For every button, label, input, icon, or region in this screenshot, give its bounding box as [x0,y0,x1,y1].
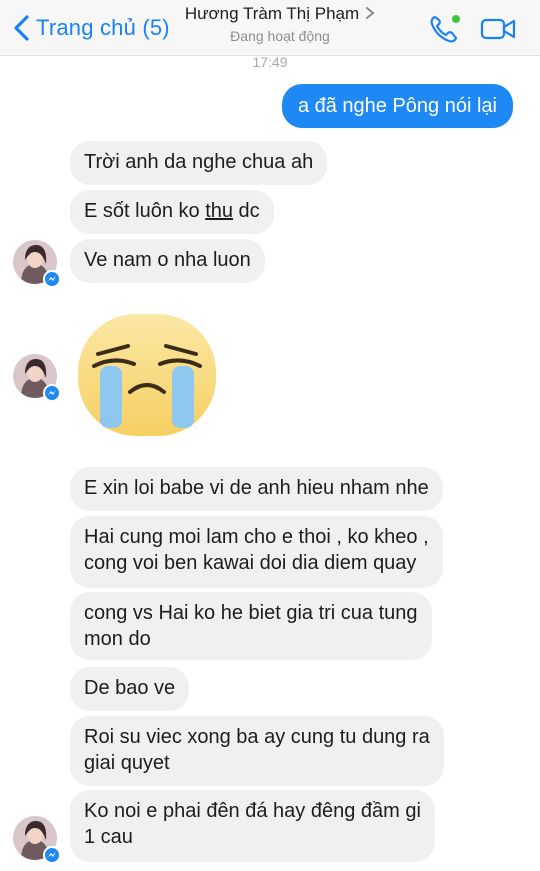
back-label: Trang chủ (5) [36,15,170,40]
chevron-right-icon [366,7,375,19]
received-message[interactable]: Ko noi e phai đên đá hay đêng đầm gi 1 ca… [70,790,435,862]
contact-name-text: Hương Tràm Thị Phạm [184,4,360,23]
message-text: dc [233,200,260,222]
contact-avatar[interactable] [13,354,61,402]
message-line: cong voi ben kawai doi dia diem quay [84,552,417,574]
received-message[interactable]: cong vs Hai ko he biet gia tri cua tung m… [70,592,432,660]
message-timestamp: 17:49 [252,54,288,70]
message-line: giai quyet [84,752,170,774]
message-line: cong vs Hai ko he biet gia tri cua tung [84,602,418,624]
messenger-badge-icon [43,270,61,288]
contact-status: Đang hoạt động [230,28,330,44]
chat-header: Trang chủ (5) Hương Tràm Thị Phạm Đang h… [0,0,540,56]
message-text: De bao ve [84,677,176,699]
message-line: 1 cau [84,826,133,848]
contact-name[interactable]: Hương Tràm Thị Phạm [170,4,390,24]
video-camera-icon[interactable] [480,16,516,42]
received-message[interactable]: Hai cung moi lam cho e thoi , ko kheo , c… [70,516,443,588]
sent-message[interactable]: a đã nghe Pông nói lại [281,84,513,128]
message-line: Ko noi e phai đên đá hay đêng đầm gi [84,800,421,822]
messenger-badge-icon [43,384,61,402]
online-dot [452,15,460,23]
contact-info[interactable]: Hương Tràm Thị Phạm Đang hoạt động [170,4,390,44]
received-message[interactable]: De bao ve [70,667,190,711]
sent-message-text: a đã nghe Pông nói lại [297,95,497,117]
received-message[interactable]: Roi su viec xong ba ay cung tu dung ra gi… [70,716,444,786]
received-message[interactable]: Ve nam o nha luon [70,239,265,283]
phone-icon[interactable] [428,14,462,44]
contact-avatar[interactable] [13,240,61,288]
received-message[interactable]: Trời anh da nghe chua ah [70,141,328,185]
message-line: Roi su viec xong ba ay cung tu dung ra [84,726,430,748]
message-text: Trời anh da nghe chua ah [84,151,314,173]
contact-avatar[interactable] [13,816,61,864]
message-text: E sốt luôn ko [84,200,206,222]
message-line: Hai cung moi lam cho e thoi , ko kheo , [84,526,429,548]
messenger-badge-icon [43,846,61,864]
crying-face-sticker[interactable] [74,310,220,440]
underlined-word: thu [205,200,233,222]
back-chevron-icon [14,15,29,41]
message-text: E xin loi babe vi de anh hieu nham nhe [84,477,429,499]
message-line: mon do [84,628,151,650]
received-message[interactable]: E xin loi babe vi de anh hieu nham nhe [70,467,443,511]
back-button[interactable]: Trang chủ (5) [12,10,170,46]
received-message[interactable]: E sốt luôn ko thu dc [70,190,274,234]
message-text: Ve nam o nha luon [84,249,251,271]
